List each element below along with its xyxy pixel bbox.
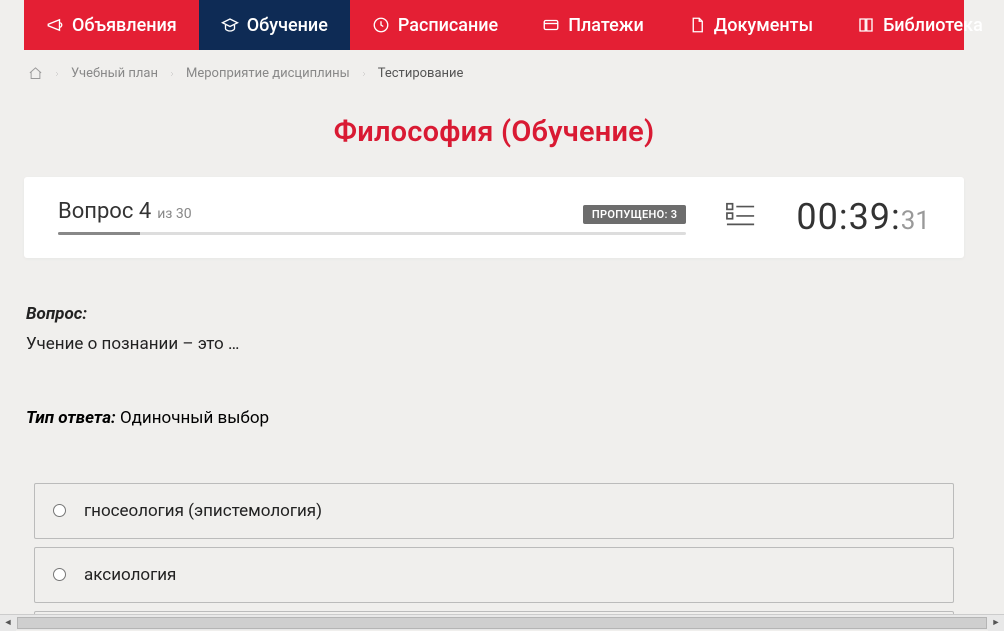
chevron-right-icon: [360, 69, 368, 79]
scroll-track[interactable]: [17, 617, 987, 629]
main-nav: Объявления Обучение Расписание Платежи Д…: [24, 0, 964, 50]
nav-label: Расписание: [398, 15, 498, 36]
option-item[interactable]: гносеология (эпистемология): [34, 483, 954, 539]
breadcrumb-current: Тестирование: [378, 66, 464, 81]
graduation-icon: [221, 16, 239, 34]
nav-documents[interactable]: Документы: [666, 0, 835, 50]
status-card: Вопрос 4 из 30 ПРОПУЩЕНО: 3 00:39:31: [24, 177, 964, 258]
nav-label: Платежи: [568, 15, 644, 36]
nav-library[interactable]: Библиотека: [835, 0, 988, 50]
option-label: гносеология (эпистемология): [84, 501, 322, 521]
answer-type-value: Одиночный выбор: [120, 408, 269, 428]
clock-icon: [372, 16, 390, 34]
breadcrumb-link[interactable]: Мероприятие дисциплины: [186, 66, 350, 81]
timer-seconds: 31: [901, 206, 930, 236]
options-list: гносеология (эпистемология) аксиология о…: [26, 483, 962, 615]
question-number: Вопрос 4: [58, 199, 151, 224]
nav-payments[interactable]: Платежи: [520, 0, 666, 50]
nav-learning[interactable]: Обучение: [199, 0, 350, 50]
question-list-button[interactable]: [726, 201, 756, 229]
horizontal-scrollbar[interactable]: ◄ ►: [0, 614, 1004, 630]
breadcrumb-link[interactable]: Учебный план: [71, 66, 158, 81]
nav-announcements[interactable]: Объявления: [24, 0, 199, 50]
option-radio[interactable]: [53, 504, 66, 517]
question-total: из 30: [157, 206, 191, 222]
nav-label: Объявления: [72, 15, 177, 36]
question-text: Учение о познании – это …: [26, 332, 962, 358]
question-heading: Вопрос:: [26, 304, 962, 324]
home-icon[interactable]: [28, 66, 43, 81]
answer-type-label: Тип ответа:: [26, 408, 116, 428]
nav-label: Библиотека: [883, 15, 983, 36]
option-label: аксиология: [84, 565, 176, 585]
doc-icon: [688, 16, 706, 34]
progress-fill: [58, 232, 140, 235]
list-icon: [726, 201, 756, 229]
card-icon: [542, 16, 560, 34]
scroll-right-arrow[interactable]: ►: [988, 615, 1004, 631]
chevron-right-icon: [53, 69, 61, 79]
chevron-right-icon: [168, 69, 176, 79]
nav-label: Документы: [714, 15, 813, 36]
book-icon: [857, 16, 875, 34]
skipped-badge: ПРОПУЩЕНО: 3: [583, 205, 686, 224]
megaphone-icon: [46, 16, 64, 34]
nav-schedule[interactable]: Расписание: [350, 0, 520, 50]
option-item[interactable]: аксиология: [34, 547, 954, 603]
option-radio[interactable]: [53, 568, 66, 581]
breadcrumb: Учебный план Мероприятие дисциплины Тест…: [24, 50, 964, 89]
scroll-left-arrow[interactable]: ◄: [0, 615, 16, 631]
timer: 00:39:31: [796, 196, 930, 238]
nav-label: Обучение: [247, 15, 328, 36]
page-title: Философия (Обучение): [24, 115, 964, 149]
timer-minutes: 00:39:: [796, 196, 900, 238]
progress-bar: [58, 232, 686, 235]
